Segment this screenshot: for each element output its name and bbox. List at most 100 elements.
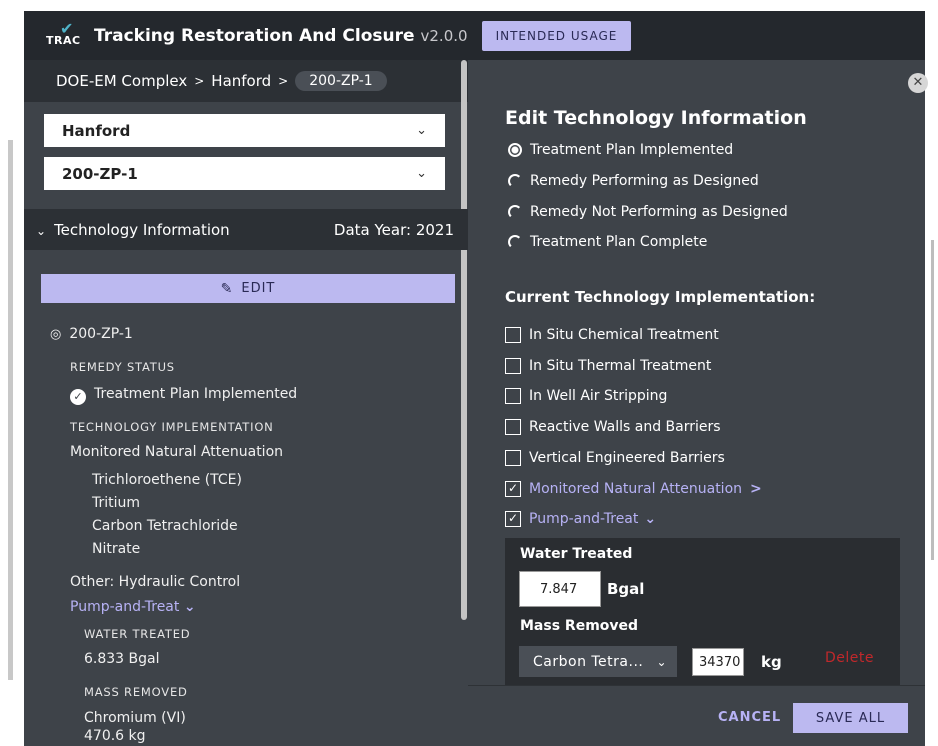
chevron-down-icon: ⌄ xyxy=(656,654,667,669)
water-treated-value: 6.833 Bgal xyxy=(84,651,160,667)
radio-icon[interactable] xyxy=(508,205,522,219)
checkbox-label: In Situ Chemical Treatment xyxy=(529,327,719,343)
unit-dropdown-value: 200-ZP-1 xyxy=(62,164,138,183)
pump-treat-label: Pump-and-Treat xyxy=(70,599,180,615)
tech-impl-label: TECHNOLOGY IMPLEMENTATION xyxy=(70,420,274,434)
current-impl-title: Current Technology Implementation: xyxy=(505,288,816,306)
technology-info-header[interactable]: ⌄ Technology Information Data Year: 2021 xyxy=(24,209,468,250)
chevron-right-icon[interactable]: > xyxy=(750,481,762,497)
site-dropdown-value: Hanford xyxy=(62,121,131,140)
mna-title: Monitored Natural Attenuation xyxy=(70,444,284,460)
check-circle-icon: ✓ xyxy=(70,389,86,405)
remedy-status-label: REMEDY STATUS xyxy=(70,360,175,374)
chevron-down-icon: ⌄ xyxy=(416,123,427,138)
unit-dropdown[interactable]: 200-ZP-1 ⌄ xyxy=(44,157,445,190)
checkbox[interactable] xyxy=(505,419,521,435)
app-title: Tracking Restoration And Closure xyxy=(94,25,415,46)
radio-label: Treatment Plan Implemented xyxy=(530,142,734,158)
data-year: Data Year: 2021 xyxy=(333,220,454,239)
checkbox-air-stripping[interactable]: In Well Air Stripping xyxy=(505,388,667,404)
intended-usage-button[interactable]: INTENDED USAGE xyxy=(481,20,632,51)
delete-button[interactable]: Delete xyxy=(825,650,874,666)
water-unit: Bgal xyxy=(607,580,645,598)
water-treated-input[interactable]: 7.847 xyxy=(519,571,601,607)
chevron-down-icon: ⌄ xyxy=(183,599,196,615)
checkbox-checked-icon[interactable]: ✓ xyxy=(505,481,521,497)
radio-label: Remedy Not Performing as Designed xyxy=(530,204,788,220)
checkbox-label: In Situ Thermal Treatment xyxy=(529,358,712,374)
background-right xyxy=(925,0,938,746)
breadcrumb-site[interactable]: Hanford xyxy=(211,72,271,90)
checkbox-label: Pump-and-Treat xyxy=(529,511,639,527)
edit-button-label: EDIT xyxy=(241,281,276,296)
trac-logo: ✔ TRAC xyxy=(46,20,88,50)
technology-info-title: ⌄ Technology Information xyxy=(36,221,230,239)
location-name: 200-ZP-1 xyxy=(69,326,133,342)
breadcrumb-complex[interactable]: DOE-EM Complex xyxy=(56,72,187,90)
edit-button[interactable]: ✎ EDIT xyxy=(41,274,455,303)
radio-plan-complete[interactable]: Treatment Plan Complete xyxy=(508,234,707,250)
mass-unit: kg xyxy=(761,653,782,671)
left-scrollbar[interactable] xyxy=(461,60,467,620)
app-version: v2.0.0 xyxy=(420,26,468,45)
close-icon[interactable]: ✕ xyxy=(908,73,928,93)
checkbox-checked-icon[interactable]: ✓ xyxy=(505,511,521,527)
tech-title-text: Technology Information xyxy=(54,220,230,239)
logo-text: TRAC xyxy=(46,33,81,47)
background-scrollbar-right xyxy=(931,240,934,560)
location-pin-icon: ◎ xyxy=(50,327,62,342)
remedy-status-row: ✓ Treatment Plan Implemented xyxy=(70,386,297,405)
water-treated-label: Water Treated xyxy=(520,546,633,562)
checkbox-label: Monitored Natural Attenuation xyxy=(529,481,743,497)
contaminant-item: Carbon Tetrachloride xyxy=(92,518,238,534)
mass-item: Chromium (VI) xyxy=(84,710,186,726)
pencil-icon: ✎ xyxy=(220,280,234,297)
breadcrumb: DOE-EM Complex > Hanford > 200-ZP-1 xyxy=(24,60,468,102)
checkbox-mna[interactable]: ✓ Monitored Natural Attenuation > xyxy=(505,481,762,497)
mass-value: 470.6 kg xyxy=(84,728,146,744)
checkbox-in-situ-thermal[interactable]: In Situ Thermal Treatment xyxy=(505,358,711,374)
radio-selected-icon[interactable] xyxy=(508,143,522,157)
contaminant-select-value: Carbon Tetra... xyxy=(533,653,644,670)
contaminant-select[interactable]: Carbon Tetra... ⌄ xyxy=(519,646,677,677)
checkbox-in-situ-chemical[interactable]: In Situ Chemical Treatment xyxy=(505,327,719,343)
breadcrumb-current: 200-ZP-1 xyxy=(295,71,387,91)
radio-treatment-implemented[interactable]: Treatment Plan Implemented xyxy=(508,142,733,158)
background-scrollbar xyxy=(8,140,13,680)
checkbox-label: Vertical Engineered Barriers xyxy=(529,450,725,466)
water-treated-label: WATER TREATED xyxy=(84,627,191,641)
checkbox[interactable] xyxy=(505,327,521,343)
pump-treat-toggle[interactable]: Pump-and-Treat ⌄ xyxy=(70,599,196,615)
site-dropdown[interactable]: Hanford ⌄ xyxy=(44,114,445,147)
breadcrumb-separator: > xyxy=(194,74,205,88)
checkbox-reactive-walls[interactable]: Reactive Walls and Barriers xyxy=(505,419,721,435)
edit-panel-title: Edit Technology Information xyxy=(505,107,807,129)
chevron-down-icon: ⌄ xyxy=(36,223,47,238)
mass-removed-input[interactable]: 34370 xyxy=(692,648,744,676)
breadcrumb-separator: > xyxy=(278,74,289,88)
other-control: Other: Hydraulic Control xyxy=(70,574,241,590)
checkbox[interactable] xyxy=(505,388,521,404)
checkbox-label: In Well Air Stripping xyxy=(529,388,668,404)
checkbox[interactable] xyxy=(505,450,521,466)
mass-removed-label: Mass Removed xyxy=(520,618,639,634)
contaminant-item: Nitrate xyxy=(92,541,141,557)
save-all-button[interactable]: SAVE ALL xyxy=(793,703,908,733)
background-left xyxy=(0,0,24,746)
contaminant-item: Trichloroethene (TCE) xyxy=(92,472,242,488)
checkbox-vertical-barriers[interactable]: Vertical Engineered Barriers xyxy=(505,450,725,466)
radio-label: Remedy Performing as Designed xyxy=(530,173,759,189)
radio-icon[interactable] xyxy=(508,174,522,188)
checkbox[interactable] xyxy=(505,358,521,374)
radio-icon[interactable] xyxy=(508,235,522,249)
chevron-down-icon: ⌄ xyxy=(416,166,427,181)
app-header: ✔ TRAC Tracking Restoration And Closure … xyxy=(24,11,925,60)
cancel-button[interactable]: CANCEL xyxy=(718,710,781,725)
checkbox-pump-treat[interactable]: ✓ Pump-and-Treat ⌄ xyxy=(505,511,656,527)
radio-label: Treatment Plan Complete xyxy=(530,234,708,250)
chevron-down-icon[interactable]: ⌄ xyxy=(644,511,656,527)
radio-performing[interactable]: Remedy Performing as Designed xyxy=(508,173,759,189)
remedy-status-value: Treatment Plan Implemented xyxy=(94,386,298,402)
radio-not-performing[interactable]: Remedy Not Performing as Designed xyxy=(508,204,788,220)
location-row: ◎ 200-ZP-1 xyxy=(50,326,133,342)
